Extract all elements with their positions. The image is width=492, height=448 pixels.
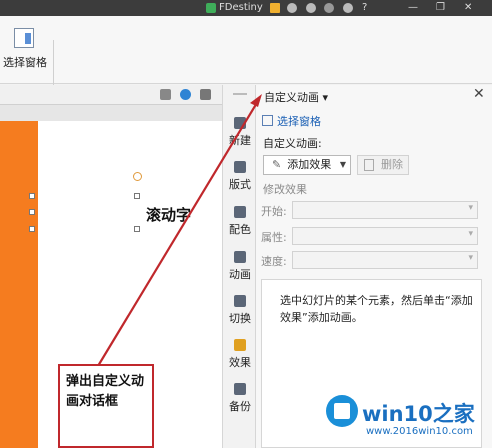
callout-text: 弹出自定义动画对话框 xyxy=(66,374,145,409)
arrow-head xyxy=(250,94,262,107)
watermark-url: www.2016win10.com xyxy=(366,426,473,437)
watermark-logo-icon xyxy=(326,395,358,427)
arrow-line xyxy=(97,100,259,367)
watermark-brand: win10之家 xyxy=(362,402,475,426)
annotation-callout: 弹出自定义动画对话框 xyxy=(58,364,154,448)
